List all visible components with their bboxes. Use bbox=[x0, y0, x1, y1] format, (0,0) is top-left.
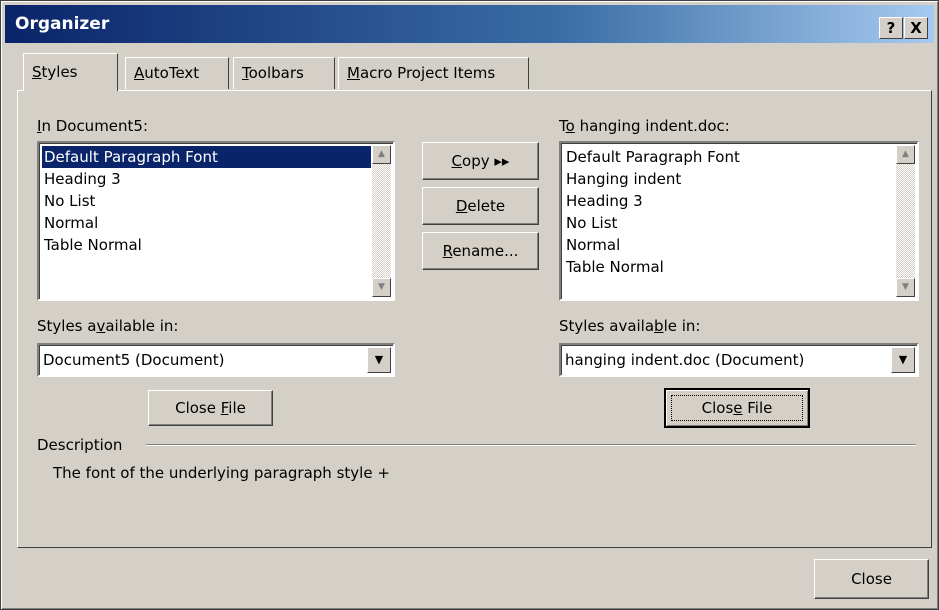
tab-toolbars-label: oolbars bbox=[248, 64, 304, 82]
tab-macro-accel: M bbox=[347, 64, 360, 82]
tab-panel-styles bbox=[17, 90, 932, 548]
tab-autotext-accel: A bbox=[134, 64, 145, 82]
close-icon: X bbox=[910, 19, 922, 37]
tab-styles[interactable]: Styles bbox=[23, 53, 118, 91]
tab-autotext[interactable]: AutoText bbox=[125, 57, 229, 89]
tab-styles-label: tyles bbox=[41, 63, 78, 81]
organizer-dialog: Organizer ? X Styles AutoText Toolbars M… bbox=[0, 0, 939, 610]
tab-styles-accel: S bbox=[32, 63, 42, 81]
tab-macro-label: acro Project Items bbox=[359, 64, 496, 82]
title-bar[interactable]: Organizer ? X bbox=[5, 5, 934, 43]
window-title: Organizer bbox=[15, 14, 110, 34]
tab-toolbars-accel: T bbox=[242, 64, 249, 82]
close-window-button[interactable]: X bbox=[904, 17, 928, 39]
question-mark-icon: ? bbox=[886, 19, 896, 37]
help-button[interactable]: ? bbox=[879, 17, 903, 39]
tab-toolbars[interactable]: Toolbars bbox=[233, 57, 335, 89]
tab-autotext-label: utoText bbox=[144, 64, 200, 82]
close-button[interactable]: Close bbox=[814, 559, 929, 599]
tab-macro-project-items[interactable]: Macro Project Items bbox=[338, 57, 529, 89]
